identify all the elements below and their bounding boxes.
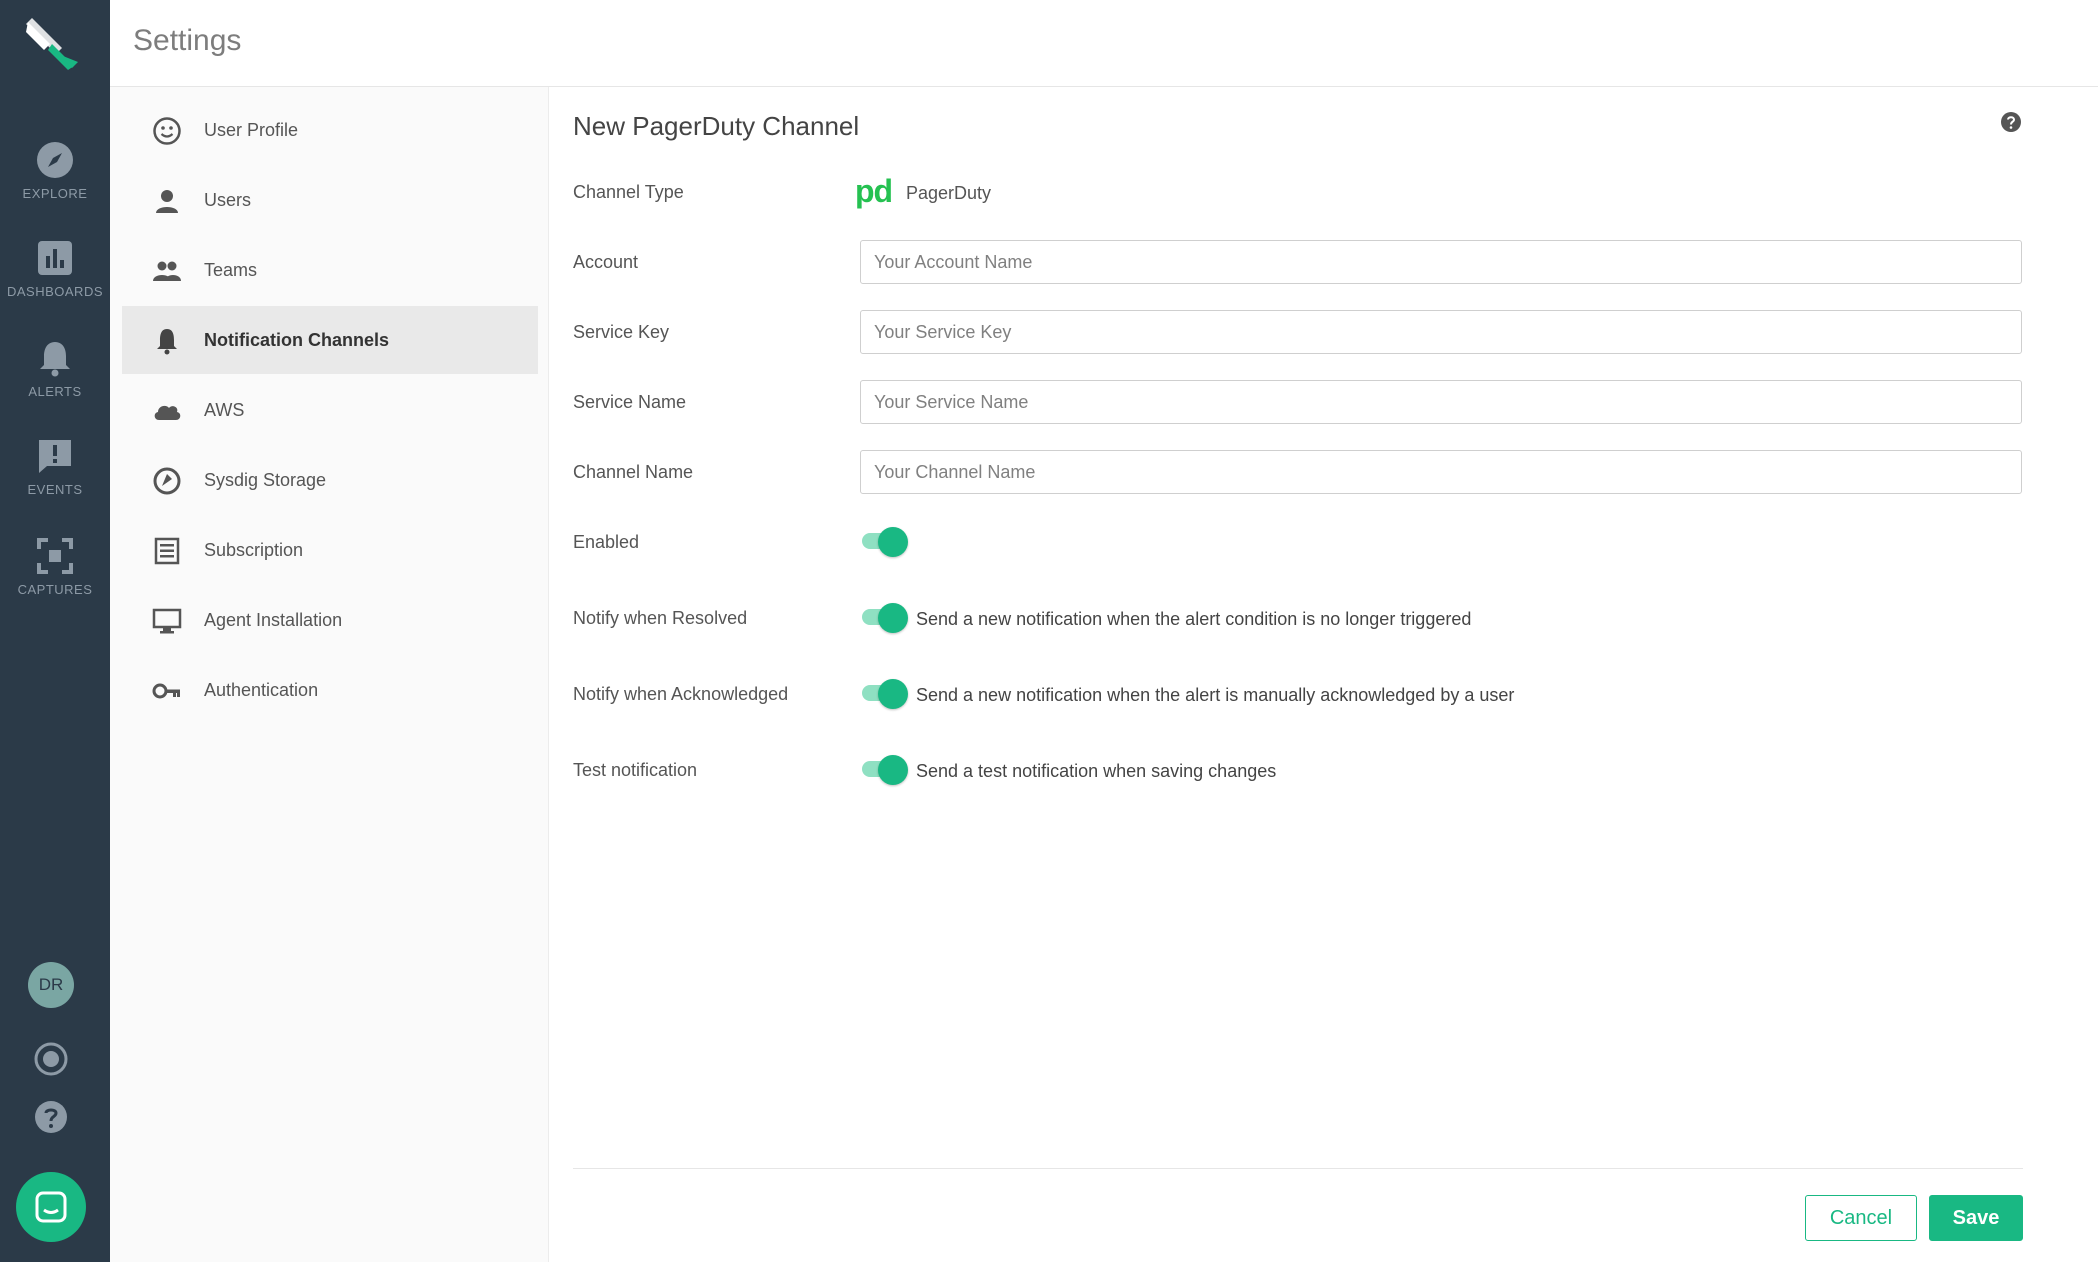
nav-captures[interactable]: CAPTURES <box>0 536 110 597</box>
menu-item-users[interactable]: Users <box>122 166 538 234</box>
nav-explore-label: EXPLORE <box>22 186 88 201</box>
key-icon <box>152 683 180 699</box>
nav-events-label: EVENTS <box>27 482 83 497</box>
enabled-label: Enabled <box>573 532 640 552</box>
nav-dashboards[interactable]: DASHBOARDS <box>0 238 110 299</box>
channel-name-label: Channel Name <box>573 462 694 482</box>
channel-name-input[interactable] <box>860 450 2022 494</box>
cloud-icon <box>154 405 181 420</box>
page-title: Settings <box>133 24 242 57</box>
menu-item-agent-installation[interactable]: Agent Installation <box>122 586 538 654</box>
app-nav-rail: EXPLORE DASHBOARDS ALERTS EVENTS CAPTURE… <box>0 0 110 1262</box>
service-key-label: Service Key <box>573 322 670 342</box>
toggle-knob <box>878 679 908 709</box>
test-notification-label: Test notification <box>573 760 698 780</box>
acknowledged-description: Send a new notification when the alert i… <box>916 685 1515 705</box>
menu-item-label: User Profile <box>204 120 299 140</box>
group-icon <box>153 261 181 281</box>
settings-menu: User Profile Users Teams Notification Ch… <box>110 87 549 1262</box>
bell-icon <box>40 342 70 377</box>
smiley-icon <box>153 117 181 145</box>
menu-item-authentication[interactable]: Authentication <box>122 656 538 724</box>
menu-item-label: Agent Installation <box>204 610 343 630</box>
enabled-toggle[interactable] <box>860 527 908 557</box>
sysdig-logo[interactable] <box>22 14 82 74</box>
nav-captures-label: CAPTURES <box>17 582 93 597</box>
acknowledged-toggle[interactable] <box>860 679 908 709</box>
nav-dashboards-label: DASHBOARDS <box>6 284 104 299</box>
toggle-knob <box>878 527 908 557</box>
nav-alerts-label: ALERTS <box>28 384 82 399</box>
nav-events[interactable]: EVENTS <box>0 436 110 497</box>
account-input[interactable] <box>860 240 2022 284</box>
user-avatar[interactable]: DR <box>28 962 74 1008</box>
account-label: Account <box>573 252 639 272</box>
bell-icon <box>157 329 177 355</box>
service-key-input[interactable] <box>860 310 2022 354</box>
pagerduty-logo: pd <box>855 173 893 209</box>
menu-item-label: Users <box>204 190 252 210</box>
menu-item-label: Authentication <box>204 680 319 700</box>
menu-item-aws[interactable]: AWS <box>122 376 538 444</box>
menu-item-sysdig-storage[interactable]: Sysdig Storage <box>122 446 538 514</box>
channel-type-value: PagerDuty <box>906 183 992 203</box>
test-notification-description: Send a test notification when saving cha… <box>916 761 1277 781</box>
bar-chart-icon <box>38 241 72 275</box>
storage-icon <box>153 467 181 495</box>
page-header: Settings <box>110 0 2098 87</box>
message-alert-icon <box>39 440 71 473</box>
menu-item-teams[interactable]: Teams <box>122 236 538 304</box>
cancel-button[interactable]: Cancel <box>1805 1195 1917 1241</box>
chat-button[interactable] <box>16 1172 86 1242</box>
menu-item-label: Sysdig Storage <box>204 470 327 490</box>
menu-item-subscription[interactable]: Subscription <box>122 516 538 584</box>
capture-icon <box>37 538 73 574</box>
list-icon <box>154 537 180 565</box>
form-title: New PagerDuty Channel <box>573 111 860 141</box>
target-icon[interactable] <box>33 1041 69 1077</box>
monitor-icon <box>152 608 182 634</box>
channel-type-label: Channel Type <box>573 182 684 202</box>
resolved-toggle[interactable] <box>860 603 908 633</box>
footer-divider <box>573 1168 2023 1169</box>
service-name-input[interactable] <box>860 380 2022 424</box>
resolved-label: Notify when Resolved <box>573 608 748 628</box>
service-name-label: Service Name <box>573 392 687 412</box>
menu-item-label: Subscription <box>204 540 304 560</box>
menu-item-label: AWS <box>204 400 245 420</box>
toggle-knob <box>878 603 908 633</box>
help-icon[interactable] <box>2000 111 2022 133</box>
user-icon <box>156 190 178 213</box>
nav-explore[interactable]: EXPLORE <box>0 140 110 201</box>
resolved-description: Send a new notification when the alert c… <box>916 609 1472 629</box>
menu-item-label: Teams <box>204 260 258 280</box>
toggle-knob <box>878 755 908 785</box>
test-notification-toggle[interactable] <box>860 755 908 785</box>
menu-item-user-profile[interactable]: User Profile <box>122 96 538 164</box>
acknowledged-label: Notify when Acknowledged <box>573 684 789 704</box>
nav-alerts[interactable]: ALERTS <box>0 338 110 399</box>
menu-item-label: Notification Channels <box>204 330 390 350</box>
compass-icon <box>37 142 73 178</box>
help-icon[interactable] <box>33 1099 69 1135</box>
save-button[interactable]: Save <box>1929 1195 2023 1241</box>
channel-form: New PagerDuty Channel Channel Type pd Pa… <box>549 87 2098 1262</box>
menu-item-notification-channels[interactable]: Notification Channels <box>122 306 538 374</box>
chat-icon <box>35 1191 67 1223</box>
